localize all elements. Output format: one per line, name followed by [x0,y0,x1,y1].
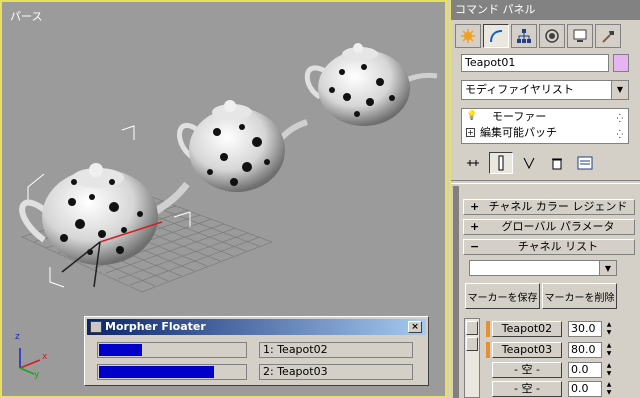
morpher-floater-window[interactable]: Morpher Floater × 1: Teapot02 2: Teapot0… [84,316,429,386]
channel-row-3: - 空 - 0.0 ▲ ▼ [486,362,616,378]
spinner-icon[interactable]: ▲ ▼ [604,321,614,337]
stack-item-label: モーファー [492,110,547,123]
tab-utilities[interactable] [595,24,621,48]
tab-motion[interactable] [539,24,565,48]
teapot-02[interactable] [177,100,308,192]
spinner-icon[interactable]: ▲ ▼ [604,381,614,397]
show-end-result-button[interactable] [489,152,513,174]
command-panel-tabs [455,24,635,48]
create-icon [461,29,475,43]
scroll-thumb[interactable] [466,337,478,351]
channel-value-field[interactable]: 0.0 [568,381,602,397]
channel-scrollbar[interactable] [464,318,480,398]
pin-stack-button[interactable] [461,152,485,174]
target-label-2: 2: Teapot03 [259,364,413,380]
stack-toolbar [461,150,631,176]
dots-icon: ⁛ [616,130,624,139]
channel-button[interactable]: Teapot03 [492,342,562,358]
rollout-channel-color-legend[interactable]: + チャネル カラー レジェンド [463,199,635,215]
floater-title-bar[interactable]: Morpher Floater × [87,319,426,335]
panel-scrollbar[interactable] [453,186,459,398]
channel-status-marker [486,342,490,358]
trash-icon [552,158,562,170]
remove-modifier-button[interactable] [545,152,569,174]
stack-item-editable-patch[interactable]: + 編集可能パッチ ⁛ [462,125,628,141]
object-name-field[interactable]: Teapot01 [461,54,609,72]
stack-item-label: 編集可能パッチ [480,126,557,139]
display-icon [573,29,587,42]
modifier-list-label: モディファイヤリスト [465,83,574,96]
app-icon [90,321,102,333]
channel-button[interactable]: - 空 - [492,362,562,378]
channel-value-field[interactable]: 30.0 [568,321,602,337]
chevron-down-icon[interactable]: ▼ [599,261,616,275]
plus-box-icon[interactable]: + [466,128,475,137]
weight-fill [99,344,142,356]
rollout-title: グローバル パラメータ [501,220,615,233]
end-result-icon [498,155,504,171]
configure-icon [577,156,593,170]
utilities-icon [602,31,614,43]
channel-value-field[interactable]: 0.0 [568,362,602,378]
tab-modify[interactable] [483,24,509,48]
stack-item-morpher[interactable]: 💡 モーファー ⁛ [462,109,628,125]
close-icon[interactable]: × [408,321,422,333]
channel-status-marker [486,321,490,337]
panel-separator [451,180,640,184]
rollout-title: チャネル リスト [517,240,599,253]
channel-row-2: Teapot03 80.0 ▲ ▼ [486,342,616,358]
object-color-swatch[interactable] [613,54,629,72]
weight-fill [99,366,214,378]
spinner-icon[interactable]: ▲ ▼ [604,342,614,358]
tab-hierarchy[interactable] [511,24,537,48]
delete-marker-button[interactable]: マーカーを削除 [542,283,617,309]
rollout-title: チャネル カラー レジェンド [488,200,628,213]
floater-title: Morpher Floater [105,320,206,333]
configure-sets-button[interactable] [573,152,597,174]
channel-row-1: Teapot02 30.0 ▲ ▼ [486,321,616,337]
rollout-global-parameters[interactable]: + グローバル パラメータ [463,219,635,235]
channel-value-field[interactable]: 80.0 [568,342,602,358]
command-panel-title: コマンド パネル [451,0,640,20]
channel-button[interactable]: - 空 - [492,381,562,397]
modifier-stack[interactable]: 💡 モーファー ⁛ + 編集可能パッチ ⁛ [461,108,629,144]
expand-icon: + [470,200,480,213]
tab-display[interactable] [567,24,593,48]
pin-icon [467,160,479,166]
channel-row-4: - 空 - 0.0 ▲ ▼ [486,381,616,397]
save-marker-button[interactable]: マーカーを保存 [465,283,540,309]
tab-create[interactable] [455,24,481,48]
axis-label-y: y [34,370,40,380]
chevron-down-icon[interactable]: ▼ [611,81,628,99]
motion-icon [545,29,559,43]
bulb-icon[interactable]: 💡 [466,112,477,121]
axis-label-x: x [42,352,48,362]
collapse-icon: − [470,240,480,253]
unique-icon [523,157,535,170]
expand-icon: + [470,220,480,233]
axis-label-z: z [15,332,20,342]
modifier-list-dropdown[interactable]: モディファイヤリスト ▼ [461,80,629,100]
teapot-03[interactable] [304,43,438,126]
rollout-channel-list[interactable]: − チャネル リスト [463,239,635,255]
target-label-1: 1: Teapot02 [259,342,413,358]
spinner-icon[interactable]: ▲ ▼ [604,362,614,378]
channel-button[interactable]: Teapot02 [492,321,562,337]
marker-dropdown[interactable]: ▼ [469,260,617,276]
teapot-01[interactable] [19,163,190,265]
target-weight-bar-2[interactable] [97,364,247,380]
scroll-thumb[interactable] [466,321,478,335]
hierarchy-icon [517,29,531,43]
target-weight-bar-1[interactable] [97,342,247,358]
modify-icon [490,30,503,43]
make-unique-button[interactable] [517,152,541,174]
